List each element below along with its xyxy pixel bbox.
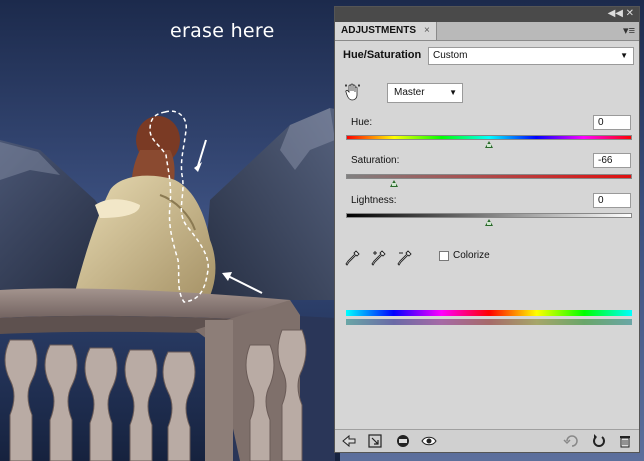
channel-dropdown[interactable]: Master ▼ [387, 83, 463, 103]
lightness-input[interactable]: 0 [593, 193, 631, 208]
lightness-label: Lightness: [351, 195, 397, 206]
hue-label: Hue: [351, 117, 373, 128]
eyedropper-plus-icon[interactable] [371, 249, 387, 267]
trash-icon[interactable] [617, 433, 633, 449]
colorize-label: Colorize [453, 250, 490, 261]
saturation-slider-thumb[interactable] [390, 180, 398, 187]
saturation-label: Saturation: [351, 155, 400, 166]
chevron-down-icon: ▼ [449, 88, 457, 97]
visibility-eye-icon[interactable] [421, 433, 437, 449]
tab-adjustments[interactable]: ADJUSTMENTS × [335, 22, 437, 40]
panel-title-bar[interactable]: ◀◀ ✕ [335, 7, 639, 22]
eyedropper-minus-icon[interactable] [397, 249, 413, 267]
collapse-icon[interactable]: ◀◀ [608, 8, 623, 19]
preset-dropdown[interactable]: Custom ▼ [428, 47, 634, 65]
chevron-down-icon: ▼ [620, 51, 628, 60]
lightness-slider-track[interactable] [346, 213, 632, 218]
tab-adjustments-label: ADJUSTMENTS [341, 25, 417, 36]
panel-close-icon[interactable]: ✕ [626, 8, 634, 19]
erase-caption: erase here [170, 20, 275, 42]
layer-mask-icon[interactable] [395, 433, 411, 449]
colorize-checkbox[interactable] [439, 251, 449, 261]
panel-menu-icon[interactable]: ▾≡ [623, 24, 635, 37]
adjustment-title: Hue/Saturation [343, 49, 422, 61]
adjustments-panel: ◀◀ ✕ ADJUSTMENTS × ▾≡ Hue/Saturation Cust… [334, 6, 640, 453]
back-arrow-icon[interactable] [341, 433, 357, 449]
input-spectrum-bar [346, 310, 632, 316]
previous-state-icon[interactable] [563, 433, 579, 449]
clip-layer-icon[interactable] [367, 433, 383, 449]
tab-close-icon[interactable]: × [424, 25, 430, 36]
hue-input[interactable]: 0 [593, 115, 631, 130]
channel-value: Master [394, 87, 425, 98]
saturation-input[interactable]: -66 [593, 153, 631, 168]
lightness-slider-thumb[interactable] [485, 219, 493, 226]
hue-slider-thumb[interactable] [485, 141, 493, 148]
preset-value: Custom [433, 50, 468, 61]
panel-bottom-toolbar [335, 429, 639, 452]
saturation-slider-track[interactable] [346, 174, 632, 179]
eyedropper-icon[interactable] [345, 249, 361, 267]
hand-adjust-icon[interactable] [345, 83, 361, 101]
hue-slider-track[interactable] [346, 135, 632, 140]
output-spectrum-bar [346, 319, 632, 325]
reset-icon[interactable] [591, 433, 607, 449]
panel-tab-row: ADJUSTMENTS × ▾≡ [335, 22, 639, 41]
